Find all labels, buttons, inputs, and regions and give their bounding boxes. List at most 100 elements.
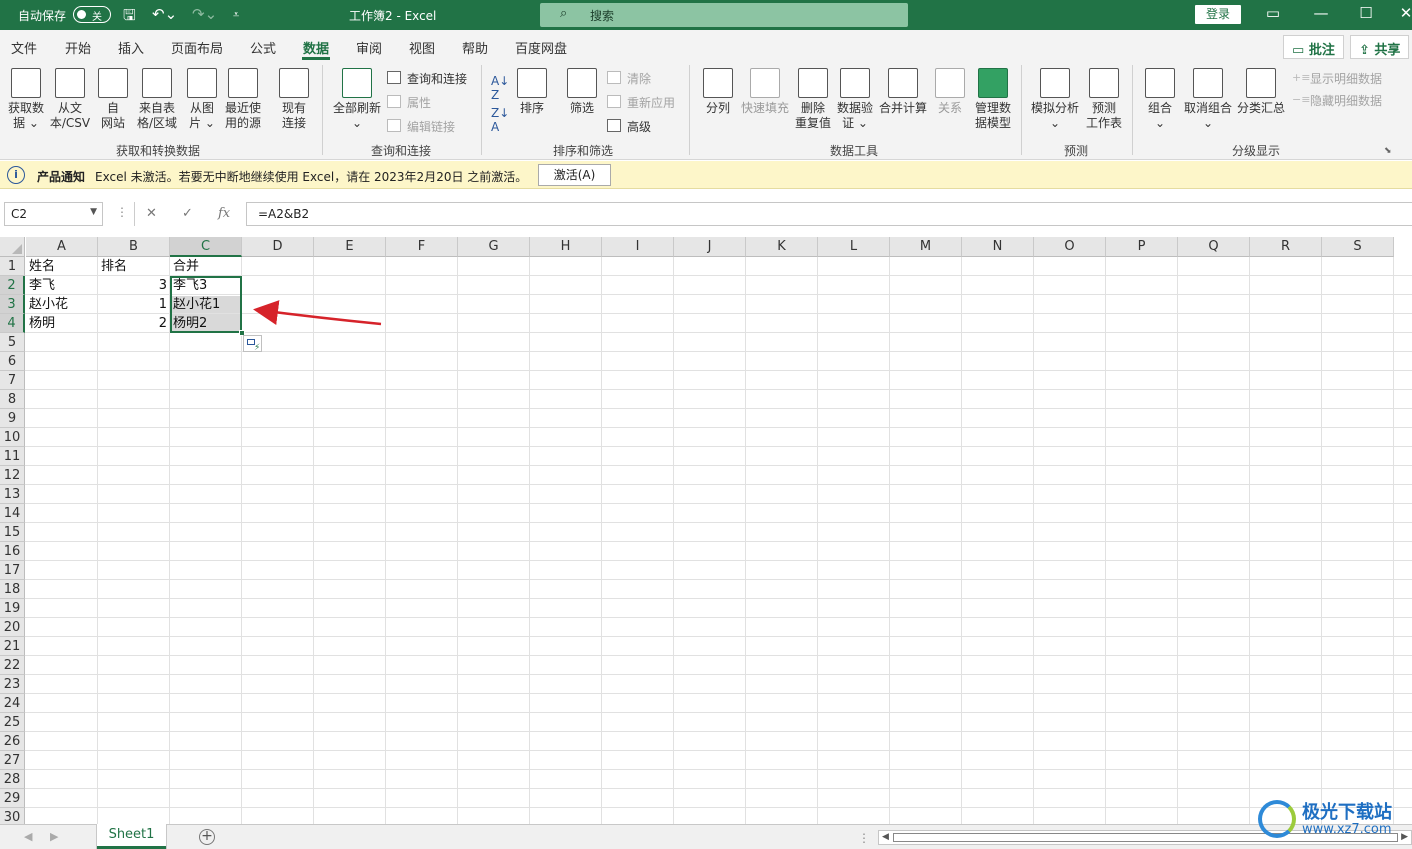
tab-insert[interactable]: 插入 xyxy=(118,38,144,57)
undo-icon[interactable]: ↶⌄ xyxy=(152,5,177,23)
reapply-button[interactable]: 重新应用 xyxy=(607,94,675,111)
row-header-4[interactable]: 4 xyxy=(0,314,25,333)
row-header-9[interactable]: 9 xyxy=(0,409,25,428)
column-header-n[interactable]: N xyxy=(962,237,1034,257)
column-header-a[interactable]: A xyxy=(26,237,98,257)
tab-help[interactable]: 帮助 xyxy=(462,38,488,57)
column-header-d[interactable]: D xyxy=(242,237,314,257)
clear-filter-button[interactable]: 清除 xyxy=(607,70,651,87)
cell-b2[interactable]: 3 xyxy=(98,276,170,295)
tab-page-layout[interactable]: 页面布局 xyxy=(171,38,223,57)
row-header-30[interactable]: 30 xyxy=(0,808,25,824)
column-header-g[interactable]: G xyxy=(458,237,530,257)
subtotal-button[interactable]: 分类汇总 xyxy=(1236,68,1286,116)
get-data-button[interactable]: 获取数 据 ⌄ xyxy=(6,68,46,131)
show-detail-button[interactable]: +≡ 显示明细数据 xyxy=(1292,70,1382,87)
cancel-icon[interactable]: ✕ xyxy=(146,206,157,221)
tab-view[interactable]: 视图 xyxy=(409,38,435,57)
select-all-corner[interactable] xyxy=(0,237,25,257)
column-header-b[interactable]: B xyxy=(98,237,170,257)
tab-review[interactable]: 审阅 xyxy=(356,38,382,57)
row-header-28[interactable]: 28 xyxy=(0,770,25,789)
row-header-16[interactable]: 16 xyxy=(0,542,25,561)
column-header-h[interactable]: H xyxy=(530,237,602,257)
row-header-21[interactable]: 21 xyxy=(0,637,25,656)
from-text-csv-button[interactable]: 从文 本/CSV xyxy=(48,68,92,131)
cell-c1[interactable]: 合并 xyxy=(170,257,242,276)
save-icon[interactable]: 🖫 xyxy=(123,5,136,30)
column-header-i[interactable]: I xyxy=(602,237,674,257)
cell-b4[interactable]: 2 xyxy=(98,314,170,333)
row-header-24[interactable]: 24 xyxy=(0,694,25,713)
redo-icon[interactable]: ↷⌄ xyxy=(192,5,217,23)
what-if-analysis-button[interactable]: 模拟分析 ⌄ xyxy=(1028,68,1082,131)
cell-a2[interactable]: 李飞 xyxy=(26,276,98,295)
column-header-s[interactable]: S xyxy=(1322,237,1394,257)
from-table-button[interactable]: 来自表 格/区域 xyxy=(134,68,180,131)
column-header-j[interactable]: J xyxy=(674,237,746,257)
sort-button[interactable]: 排序 xyxy=(514,68,550,116)
sort-descending-icon[interactable]: Z↓ A xyxy=(491,106,509,134)
add-sheet-icon[interactable]: + xyxy=(199,829,215,845)
column-header-e[interactable]: E xyxy=(314,237,386,257)
row-header-6[interactable]: 6 xyxy=(0,352,25,371)
cell-a4[interactable]: 杨明 xyxy=(26,314,98,333)
column-header-q[interactable]: Q xyxy=(1178,237,1250,257)
insert-function-icon[interactable]: fx xyxy=(218,206,230,221)
queries-connections-button[interactable]: 查询和连接 xyxy=(387,70,467,87)
cell-a3[interactable]: 赵小花 xyxy=(26,295,98,314)
forecast-sheet-button[interactable]: 预测 工作表 xyxy=(1084,68,1124,131)
row-header-7[interactable]: 7 xyxy=(0,371,25,390)
advanced-filter-button[interactable]: 高级 xyxy=(607,118,651,135)
row-header-17[interactable]: 17 xyxy=(0,561,25,580)
column-header-c[interactable]: C xyxy=(170,237,242,257)
from-picture-button[interactable]: 从图 片 ⌄ xyxy=(184,68,220,131)
minimize-icon[interactable]: — xyxy=(1306,4,1336,22)
cell-a1[interactable]: 姓名 xyxy=(26,257,98,276)
hide-detail-button[interactable]: −≡ 隐藏明细数据 xyxy=(1292,92,1382,109)
row-header-8[interactable]: 8 xyxy=(0,390,25,409)
formula-input[interactable]: =A2&B2 xyxy=(246,202,1412,226)
row-header-10[interactable]: 10 xyxy=(0,428,25,447)
chevron-down-icon[interactable]: ▼ xyxy=(90,207,97,217)
login-button[interactable]: 登录 xyxy=(1195,5,1241,24)
tab-formulas[interactable]: 公式 xyxy=(250,38,276,57)
ungroup-button[interactable]: 取消组合 ⌄ xyxy=(1182,68,1234,131)
close-icon[interactable]: ✕ xyxy=(1391,4,1412,22)
scroll-left-icon[interactable]: ◀ xyxy=(882,832,889,842)
cell-b1[interactable]: 排名 xyxy=(98,257,170,276)
customize-qat-icon[interactable]: ⩡ xyxy=(233,8,239,22)
formula-bar-splitter-icon[interactable]: ⋮ xyxy=(116,205,128,219)
sheet-tab-sheet1[interactable]: Sheet1 xyxy=(97,824,166,849)
name-box[interactable]: C2 ▼ xyxy=(4,202,103,226)
manage-data-model-button[interactable]: 管理数 据模型 xyxy=(972,68,1014,131)
flash-fill-button[interactable]: 快速填充 xyxy=(740,68,790,116)
enter-check-icon[interactable]: ✓ xyxy=(182,206,193,221)
column-header-o[interactable]: O xyxy=(1034,237,1106,257)
row-header-19[interactable]: 19 xyxy=(0,599,25,618)
cell-b3[interactable]: 1 xyxy=(98,295,170,314)
refresh-all-button[interactable]: 全部刷新 ⌄ xyxy=(330,68,384,131)
remove-duplicates-button[interactable]: 删除 重复值 xyxy=(794,68,832,131)
row-header-20[interactable]: 20 xyxy=(0,618,25,637)
row-header-22[interactable]: 22 xyxy=(0,656,25,675)
row-header-27[interactable]: 27 xyxy=(0,751,25,770)
recent-sources-button[interactable]: 最近使 用的源 xyxy=(222,68,264,131)
row-header-26[interactable]: 26 xyxy=(0,732,25,751)
row-header-23[interactable]: 23 xyxy=(0,675,25,694)
tab-file[interactable]: 文件 xyxy=(11,38,37,57)
row-header-3[interactable]: 3 xyxy=(0,295,25,314)
dialog-launcher-icon[interactable]: ⬊ xyxy=(1384,146,1392,156)
next-sheet-icon[interactable]: ▶ xyxy=(50,830,58,843)
activate-button[interactable]: 激活(A) xyxy=(538,164,611,186)
comments-button[interactable]: ▭ 批注 xyxy=(1283,35,1344,59)
relationships-button[interactable]: 关系 xyxy=(932,68,968,116)
row-header-11[interactable]: 11 xyxy=(0,447,25,466)
sort-ascending-icon[interactable]: A↓ Z xyxy=(491,74,509,102)
row-header-25[interactable]: 25 xyxy=(0,713,25,732)
column-header-m[interactable]: M xyxy=(890,237,962,257)
properties-button[interactable]: 属性 xyxy=(387,94,431,111)
autosave-toggle[interactable]: 关 xyxy=(73,6,111,23)
row-header-15[interactable]: 15 xyxy=(0,523,25,542)
spreadsheet-grid[interactable]: A B C D E F G H I J K L M N O P Q R S 1 2 3 4 5 6 7 8 9 10 11 12 13 14 15… xyxy=(0,237,1412,824)
